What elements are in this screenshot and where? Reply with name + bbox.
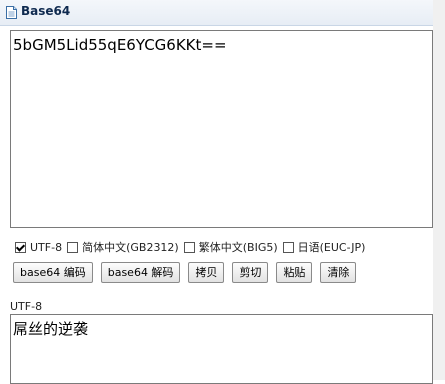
encoding-option-eucjp[interactable]: 日语(EUC-JP) — [282, 239, 366, 255]
gb2312-checkbox[interactable] — [67, 241, 79, 253]
copy-button[interactable]: 拷贝 — [188, 262, 225, 283]
big5-checkbox[interactable] — [183, 241, 195, 253]
cut-button[interactable]: 剪切 — [232, 262, 269, 283]
encode-button[interactable]: base64 编码 — [13, 262, 93, 283]
clear-button[interactable]: 清除 — [320, 262, 357, 283]
utf8-label: UTF-8 — [30, 240, 63, 254]
eucjp-label: 日语(EUC-JP) — [297, 241, 366, 254]
encoding-option-utf8[interactable]: UTF-8 — [15, 241, 62, 254]
encoding-option-gb2312[interactable]: 简体中文(GB2312) — [67, 239, 179, 255]
panel-title: Base64 — [21, 4, 71, 18]
encoding-option-big5[interactable]: 繁体中文(BIG5) — [183, 239, 278, 255]
decode-button[interactable]: base64 解码 — [100, 262, 181, 283]
big5-label: 繁体中文(BIG5) — [198, 241, 278, 254]
utf8-checkbox[interactable] — [15, 241, 26, 253]
encoding-options: UTF-8 简体中文(GB2312) 繁体中文(BIG5) 日语(EUC-JP) — [15, 239, 370, 255]
decoded-output[interactable]: 屌丝的逆袭 — [10, 314, 433, 384]
panel-header: Base64 — [0, 0, 433, 26]
eucjp-checkbox[interactable] — [282, 241, 294, 253]
output-encoding-label: UTF-8 — [10, 300, 43, 313]
paste-button[interactable]: 粘贴 — [276, 262, 313, 283]
gb2312-label: 简体中文(GB2312) — [82, 241, 179, 254]
document-icon — [6, 6, 17, 19]
page-scrollbar[interactable] — [433, 0, 445, 380]
base64-input[interactable]: 5bGM5Lid55qE6YCG6KKt== — [10, 30, 433, 228]
action-buttons: base64 编码 base64 解码 拷贝 剪切 粘贴 清除 — [13, 262, 364, 283]
